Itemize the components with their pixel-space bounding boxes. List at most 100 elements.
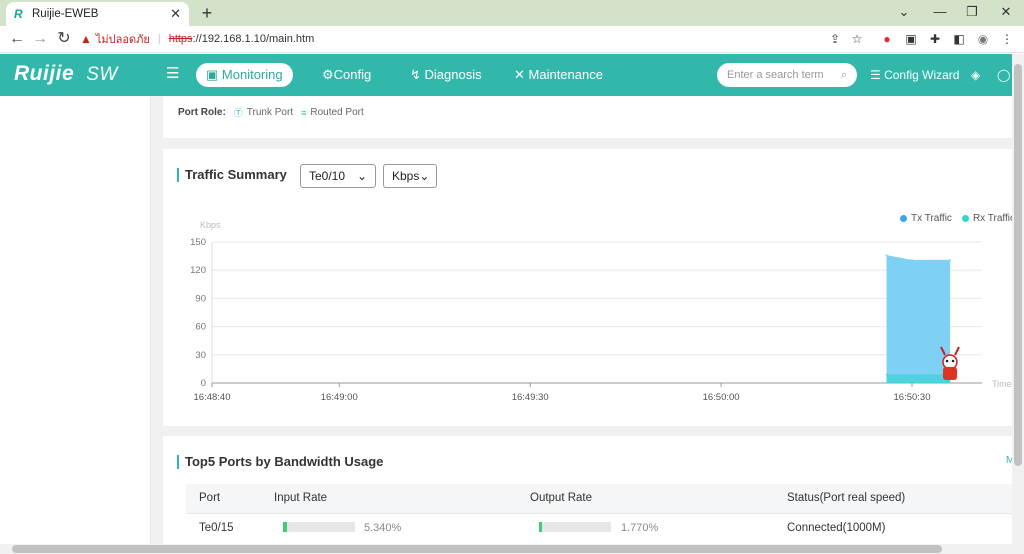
routed-port-icon: ≡ — [301, 107, 307, 118]
port-role-label: Port Role: — [178, 107, 226, 118]
url-path: ://192.168.1.10/main.htm — [192, 33, 315, 45]
config-wizard-button[interactable]: ☰ Config Wizard — [870, 63, 959, 87]
data-point — [911, 373, 913, 376]
input-rate-bar — [283, 522, 355, 532]
share-icon[interactable]: ⇪ — [826, 30, 844, 48]
data-point — [885, 254, 888, 256]
tab-config[interactable]: ⚙Config — [312, 63, 381, 87]
trunk-port-icon: Ⓣ — [233, 108, 243, 118]
bookmark-star-icon[interactable]: ☆ — [848, 30, 866, 48]
tab-diagnosis-label: Diagnosis — [424, 67, 482, 82]
stethoscope-icon: ↯ — [410, 67, 425, 82]
y-axis-unit-label: Kbps — [200, 220, 221, 230]
x-tick-label: 16:48:40 — [194, 392, 231, 403]
search-icon[interactable]: ⌕ — [841, 69, 847, 82]
search-placeholder: Enter a search term — [727, 69, 824, 81]
traffic-chart: Kbps 150 120 90 60 30 0 16:48:40 16:49:00 16:49:3… — [190, 220, 1012, 403]
x-tick-label: 16:49:30 — [512, 392, 549, 403]
close-tab-icon[interactable]: ✕ — [170, 6, 181, 22]
chevron-down-icon: ⌄ — [356, 169, 367, 183]
side-panel-icon[interactable]: ◧ — [950, 30, 968, 48]
output-rate-bar — [539, 522, 611, 532]
trunk-port-item: Ⓣ Trunk Port — [234, 106, 293, 119]
browser-menu-icon[interactable]: ⋮ — [998, 30, 1016, 48]
user-icon[interactable]: ◯ — [997, 67, 1010, 83]
back-arrow-icon[interactable]: ← — [6, 28, 28, 50]
tab-search-icon[interactable]: ⌄ — [890, 2, 918, 22]
row-status: Connected(1000M) — [787, 522, 886, 534]
routed-port-label: Routed Port — [310, 107, 364, 118]
routed-port-item: ≡ Routed Port — [301, 107, 364, 118]
series-area-tx-traffic — [886, 255, 951, 383]
unit-select[interactable]: Kbps ⌄ — [383, 164, 437, 188]
output-rate-fill — [539, 522, 542, 532]
omnibox[interactable]: ▲ ไม่ปลอดภัย | https ://192.168.1.10/mai… — [80, 28, 870, 50]
menu-toggle-icon[interactable]: ☰ — [166, 66, 182, 82]
trunk-port-label: Trunk Port — [246, 107, 294, 118]
vertical-scroll-thumb[interactable] — [1014, 64, 1022, 466]
layers-icon[interactable]: ◈ — [971, 67, 980, 83]
data-point — [885, 373, 888, 376]
new-tab-button[interactable]: + — [196, 2, 218, 24]
y-tick-label: 150 — [190, 237, 206, 248]
series-area-rx-traffic — [886, 374, 951, 383]
profile-avatar-icon[interactable]: ◉ — [974, 30, 992, 48]
y-tick-label: 0 — [201, 378, 206, 389]
x-tick-label: 16:50:00 — [703, 392, 740, 403]
col-input-rate: Input Rate — [274, 492, 328, 504]
monitor-icon: ▣ — [206, 67, 222, 82]
puzzle-extensions-icon[interactable]: ✚ — [926, 30, 944, 48]
omnibox-separator: | — [157, 33, 161, 45]
extension-icon[interactable]: ▣ — [902, 30, 920, 48]
y-tick-label: 90 — [195, 293, 206, 304]
sidebar — [0, 96, 151, 544]
close-window-icon[interactable]: ✕ — [992, 2, 1020, 22]
browser-tab[interactable]: R Ruijie-EWEB ✕ — [6, 2, 189, 26]
y-tick-label: 30 — [195, 350, 206, 361]
minimize-icon[interactable]: — — [926, 2, 954, 22]
row-divider — [186, 513, 1012, 514]
warning-triangle-icon: ▲ — [80, 32, 92, 46]
input-rate-value: 5.340% — [364, 522, 402, 534]
logo-suffix: SW — [86, 64, 118, 85]
forward-arrow-icon[interactable]: → — [29, 28, 51, 50]
traffic-summary-title: Traffic Summary — [177, 168, 287, 182]
gear-icon: ⚙ — [322, 67, 334, 82]
top5-title: Top5 Ports by Bandwidth Usage — [177, 455, 383, 469]
ruijie-favicon-icon: R — [14, 7, 23, 21]
x-axis-unit-label: Time — [992, 379, 1012, 389]
col-output-rate: Output Rate — [530, 492, 593, 504]
not-secure-label: ไม่ปลอดภัย — [95, 34, 150, 46]
tab-diagnosis[interactable]: ↯ Diagnosis — [400, 63, 492, 87]
x-tick-label: 16:49:00 — [321, 392, 358, 403]
port-select[interactable]: Te0/10 ⌄ — [300, 164, 376, 188]
horizontal-scroll-thumb[interactable] — [12, 545, 942, 553]
port-select-value: Te0/10 — [309, 169, 346, 183]
data-point — [911, 259, 913, 261]
y-tick-label: 60 — [195, 322, 206, 333]
wizard-icon: ☰ — [870, 68, 885, 82]
search-input[interactable]: Enter a search term ⌕ — [717, 63, 857, 87]
restore-icon[interactable]: ❐ — [958, 2, 986, 22]
ruijie-logo: Ruijie SW — [14, 62, 118, 86]
y-tick-label: 120 — [190, 265, 206, 276]
port-role-legend: Port Role: Ⓣ Trunk Port ≡ Routed Port — [178, 106, 364, 119]
output-rate-value: 1.770% — [621, 522, 659, 534]
unit-select-value: Kbps — [392, 169, 420, 183]
tab-maintenance[interactable]: ✕ Maintenance — [504, 63, 613, 87]
logo-text: Ruijie — [14, 62, 75, 85]
input-rate-fill — [283, 522, 287, 532]
config-wizard-label: Config Wizard — [884, 68, 960, 82]
tab-monitoring[interactable]: ▣ Monitoring — [196, 63, 293, 87]
tab-title: Ruijie-EWEB — [32, 8, 99, 20]
url-scheme: https — [168, 33, 193, 45]
reload-icon[interactable]: ↻ — [53, 28, 75, 50]
x-tick-label: 16:50:30 — [894, 392, 931, 403]
row-port[interactable]: Te0/15 — [199, 516, 234, 540]
opera-extension-icon[interactable]: ● — [878, 30, 896, 48]
col-port: Port — [199, 492, 221, 504]
chevron-down-icon: ⌄ — [419, 169, 430, 183]
tab-config-label: Config — [333, 67, 372, 82]
col-status: Status(Port real speed) — [787, 492, 906, 504]
wrench-icon: ✕ — [514, 67, 529, 82]
